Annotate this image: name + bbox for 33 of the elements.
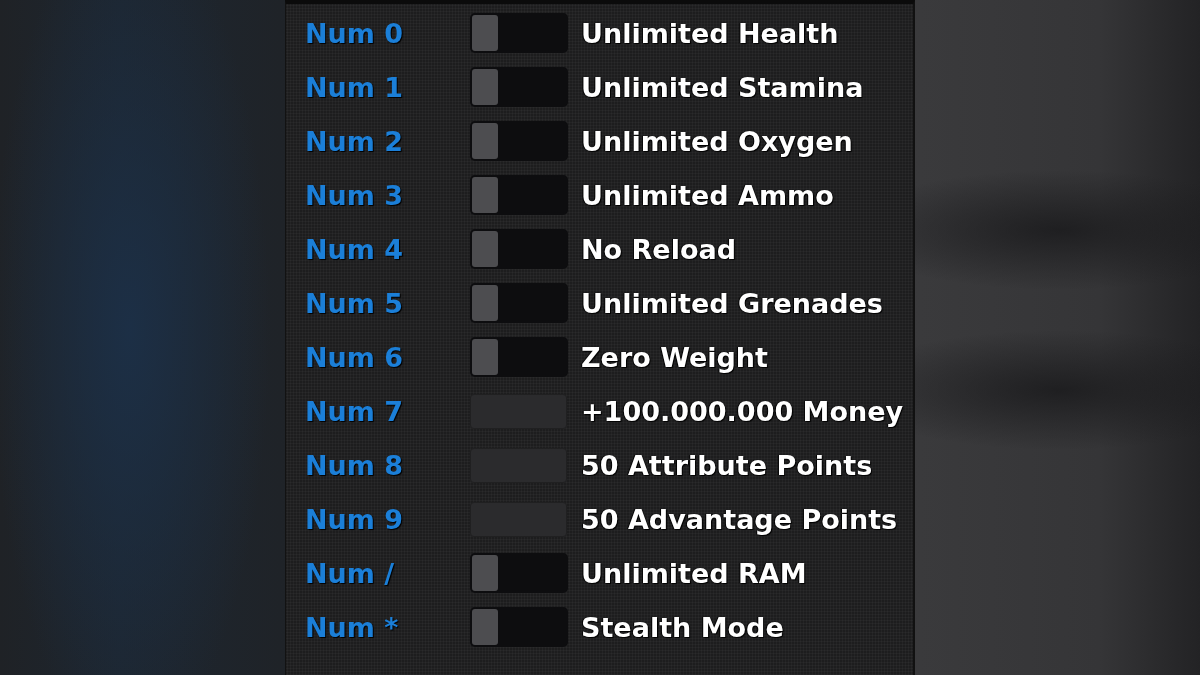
toggle-switch[interactable]	[470, 229, 568, 269]
cheat-label: Unlimited Ammo	[581, 179, 834, 211]
toggle-switch[interactable]	[470, 283, 568, 323]
cheat-label: +100.000.000 Money	[581, 395, 904, 427]
cheat-label: Unlimited Oxygen	[581, 125, 853, 157]
toggle-switch[interactable]	[470, 553, 568, 593]
hotkey-label: Num 1	[305, 71, 405, 103]
hotkey-label: Num 5	[305, 287, 405, 319]
cheat-label: 50 Advantage Points	[581, 503, 898, 535]
cheat-label: Unlimited Health	[581, 17, 839, 49]
hotkey-label: Num 7	[305, 395, 405, 427]
cheat-label: Unlimited RAM	[581, 557, 807, 589]
toggle-switch[interactable]	[470, 13, 568, 53]
toggle-switch[interactable]	[470, 67, 568, 107]
hotkey-label: Num 8	[305, 449, 405, 481]
cheat-label: 50 Attribute Points	[581, 449, 873, 481]
cheat-label: Zero Weight	[581, 341, 768, 373]
hotkey-label: Num 6	[305, 341, 405, 373]
hotkey-label: Num 9	[305, 503, 405, 535]
toggle-switch[interactable]	[470, 337, 568, 377]
hotkey-label: Num 4	[305, 233, 405, 265]
hotkey-label: Num 3	[305, 179, 405, 211]
toggle-switch[interactable]	[470, 175, 568, 215]
hotkey-label: Num *	[305, 611, 400, 643]
toggle-switch[interactable]	[470, 121, 568, 161]
cheat-label: Unlimited Grenades	[581, 287, 883, 319]
hotkey-label: Num 0	[305, 17, 405, 49]
cheat-label: Stealth Mode	[581, 611, 784, 643]
hotkey-label: Num /	[305, 557, 396, 589]
cheat-label: No Reload	[581, 233, 736, 265]
toggle-switch[interactable]	[470, 607, 568, 647]
cheat-label: Unlimited Stamina	[581, 71, 864, 103]
hotkey-label: Num 2	[305, 125, 405, 157]
